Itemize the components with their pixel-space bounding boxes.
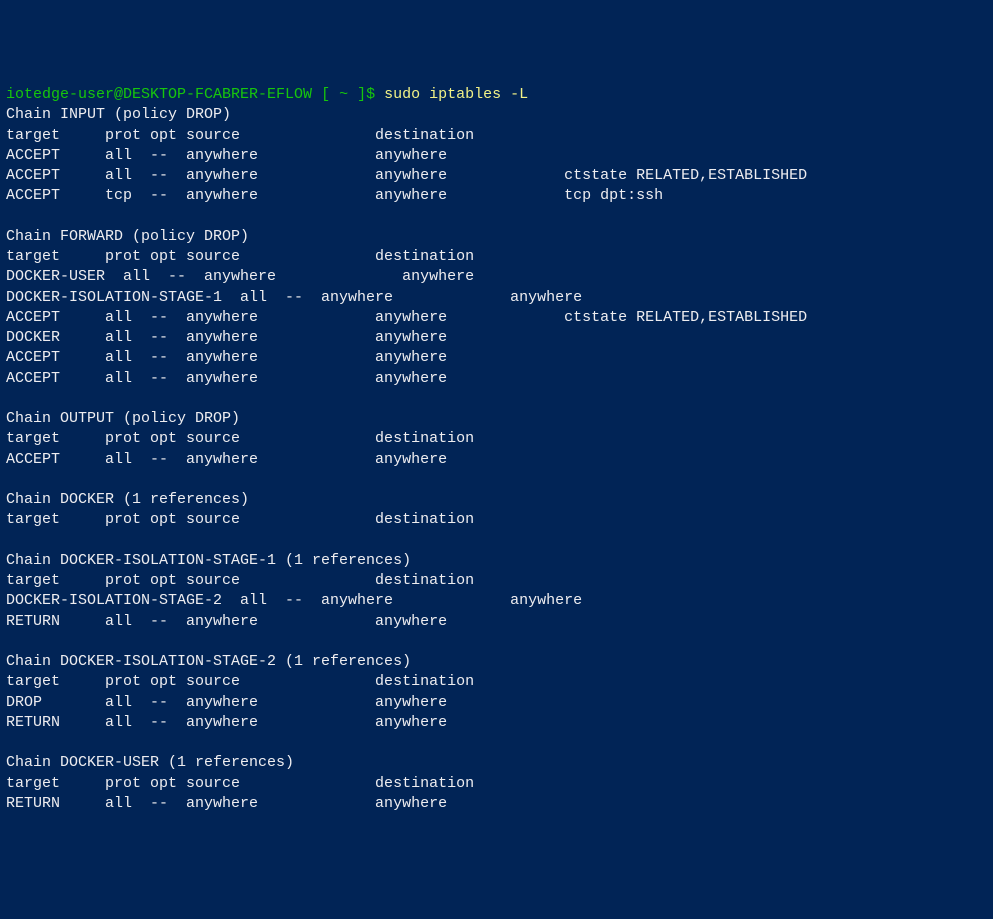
prompt-command: sudo iptables -L: [384, 86, 528, 103]
prompt-line[interactable]: iotedge-user@DESKTOP-FCABRER-EFLOW [ ~ ]…: [6, 85, 987, 105]
prompt-user-host: iotedge-user@DESKTOP-FCABRER-EFLOW: [6, 86, 312, 103]
iptables-output: Chain INPUT (policy DROP) target prot op…: [6, 105, 987, 814]
prompt-path: [ ~ ]$: [312, 86, 384, 103]
